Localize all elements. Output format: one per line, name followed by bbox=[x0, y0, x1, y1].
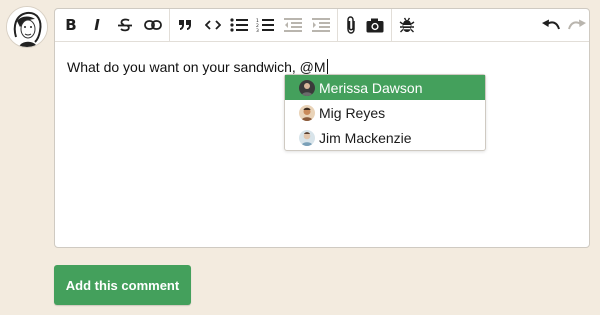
avatar bbox=[299, 129, 315, 146]
user-sketch-avatar-icon bbox=[7, 7, 47, 47]
mention-name: Mig Reyes bbox=[319, 104, 386, 121]
attachment-icon[interactable] bbox=[339, 14, 363, 36]
camera-icon[interactable] bbox=[363, 14, 387, 36]
mention-option-mig-reyes[interactable]: Mig Reyes bbox=[285, 100, 485, 125]
mention-autocomplete: Merissa Dawson Mig Reyes Jim Mackenzie bbox=[284, 74, 486, 151]
quote-icon[interactable] bbox=[173, 14, 197, 36]
bug-icon[interactable] bbox=[395, 14, 419, 36]
mention-name: Merissa Dawson bbox=[319, 79, 423, 96]
avatar bbox=[299, 104, 315, 121]
bold-icon[interactable]: B bbox=[59, 14, 83, 36]
text-caret bbox=[326, 59, 328, 75]
strikethrough-icon[interactable] bbox=[113, 14, 137, 36]
code-icon[interactable] bbox=[201, 14, 225, 36]
toolbar-divider bbox=[337, 9, 338, 41]
toolbar-divider bbox=[169, 9, 170, 41]
comment-text-content: What do you want on your sandwich, @M bbox=[67, 59, 326, 75]
outdent-icon[interactable] bbox=[281, 14, 305, 36]
undo-icon[interactable] bbox=[539, 14, 563, 36]
mention-option-merissa-dawson[interactable]: Merissa Dawson bbox=[285, 75, 485, 100]
redo-icon[interactable] bbox=[565, 14, 589, 36]
formatting-toolbar: B I 123 bbox=[55, 9, 589, 42]
indent-icon[interactable] bbox=[309, 14, 333, 36]
mention-name: Jim Mackenzie bbox=[319, 129, 412, 146]
mention-option-jim-mackenzie[interactable]: Jim Mackenzie bbox=[285, 125, 485, 150]
comment-text[interactable]: What do you want on your sandwich, @M bbox=[67, 59, 328, 75]
add-comment-button[interactable]: Add this comment bbox=[54, 265, 191, 305]
avatar bbox=[299, 79, 315, 96]
user-avatar bbox=[6, 6, 48, 48]
svg-text:3: 3 bbox=[256, 28, 259, 32]
link-icon[interactable] bbox=[141, 14, 165, 36]
numbered-list-icon[interactable]: 123 bbox=[253, 14, 277, 36]
toolbar-divider bbox=[391, 9, 392, 41]
italic-icon[interactable]: I bbox=[85, 14, 109, 36]
bulleted-list-icon[interactable] bbox=[227, 14, 251, 36]
